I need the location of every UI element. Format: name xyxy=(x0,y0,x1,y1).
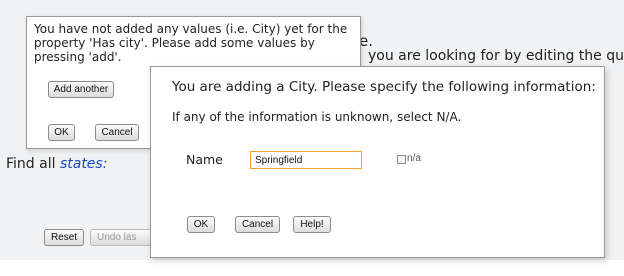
page-bottom-strip xyxy=(0,260,624,276)
undo-last-button[interactable]: Undo las xyxy=(90,229,158,246)
dialog-ok-button[interactable]: OK xyxy=(187,216,215,233)
dialog-help-button[interactable]: Help! xyxy=(293,216,331,233)
reset-button[interactable]: Reset xyxy=(44,229,84,246)
dialog-cancel-button[interactable]: Cancel xyxy=(235,216,280,233)
find-all-row: Find all states: xyxy=(6,156,107,172)
add-another-button[interactable]: Add another xyxy=(48,81,114,98)
name-field-label: Name xyxy=(186,152,223,167)
dialog-title: You are adding a City. Please specify th… xyxy=(172,79,596,95)
find-all-label: Find all xyxy=(6,156,56,172)
dialog-instructions: If any of the information is unknown, se… xyxy=(172,110,462,124)
states-link[interactable]: states: xyxy=(60,156,107,172)
name-input[interactable] xyxy=(250,151,362,169)
small-dialog-ok-button[interactable]: OK xyxy=(48,124,75,141)
add-city-dialog: You are adding a City. Please specify th… xyxy=(150,66,605,258)
na-checkbox[interactable] xyxy=(397,155,406,164)
background-query-text: you are looking for by editing the query xyxy=(368,48,624,64)
na-checkbox-label: n/a xyxy=(407,153,421,164)
no-values-message: You have not added any values (i.e. City… xyxy=(34,22,348,64)
small-dialog-cancel-button[interactable]: Cancel xyxy=(95,124,139,141)
